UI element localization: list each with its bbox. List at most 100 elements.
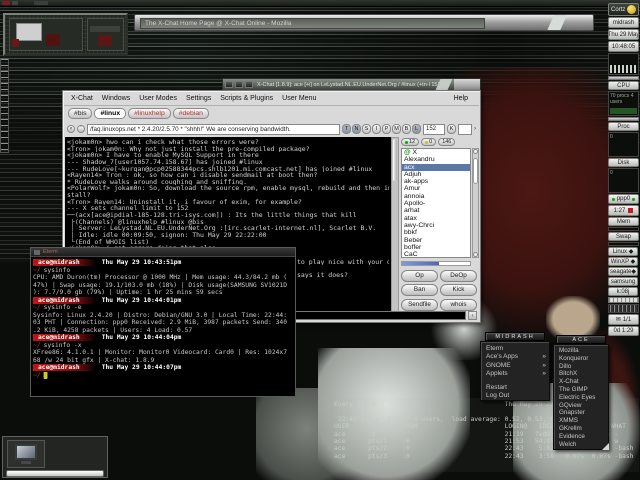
menu-item[interactable]: Log Out bbox=[481, 392, 549, 400]
mode-toggle-button[interactable]: P bbox=[382, 124, 391, 134]
pager-workspace-1[interactable] bbox=[9, 18, 83, 51]
scroll-up-icon[interactable] bbox=[473, 149, 478, 154]
userlist-scrollbar-thumb[interactable] bbox=[473, 158, 478, 184]
collapsed-titlebar[interactable] bbox=[6, 470, 104, 477]
root-menu-title[interactable]: MIDRASH bbox=[485, 332, 545, 341]
user-list[interactable]: @ X Alexandru acx Adjuh ak-apps Amur annoia Apo… bbox=[401, 148, 471, 258]
dock-boot-entry[interactable]: seagate◆ bbox=[608, 267, 638, 276]
topic-control-icon[interactable]: × bbox=[67, 125, 75, 133]
dock-load-graph[interactable] bbox=[608, 53, 639, 75]
window-close-icon[interactable] bbox=[245, 81, 253, 88]
user-list-item[interactable]: Beber bbox=[402, 237, 470, 244]
chevron-left-icon[interactable]: ‹ bbox=[468, 311, 477, 320]
dock-date[interactable]: Thu 29 May bbox=[608, 29, 639, 40]
user-list-item[interactable]: Amur bbox=[402, 185, 470, 192]
channel-tab[interactable]: #debian bbox=[172, 108, 209, 119]
chat-scrollbar[interactable] bbox=[391, 137, 399, 312]
eterm-titlebar[interactable]: Eterm bbox=[31, 248, 295, 257]
left-edge-slider[interactable] bbox=[0, 58, 9, 153]
user-action-button[interactable]: whois bbox=[440, 298, 477, 311]
mode-toggle-button[interactable]: M bbox=[392, 124, 401, 134]
submenu-item[interactable]: Gnapster bbox=[554, 409, 608, 417]
user-action-button[interactable]: Sendfile bbox=[401, 298, 438, 311]
dock-ppp-tile[interactable]: ppp0 bbox=[608, 194, 639, 204]
menu-item[interactable]: Ace's Apps » bbox=[481, 353, 549, 361]
dock-boot-entry[interactable]: k:08j bbox=[608, 287, 638, 296]
user-list-item[interactable]: Adjuh bbox=[402, 171, 470, 178]
user-list-item[interactable]: ak-apps bbox=[402, 178, 470, 185]
topic-input[interactable]: /faq.linuxops.net * 2.4.20/2.5.70 * "shh… bbox=[87, 123, 340, 135]
key-toggle-button[interactable]: K bbox=[447, 124, 456, 134]
submenu-item[interactable]: XMMS bbox=[554, 417, 608, 425]
submenu-item[interactable]: Electric Eyes bbox=[554, 394, 608, 402]
workspace-pager[interactable] bbox=[3, 13, 128, 56]
dock-cpu-graph[interactable]: 70 procs 4 users bbox=[608, 91, 639, 116]
user-list-item[interactable]: CaC bbox=[402, 251, 470, 257]
submenu-item[interactable]: Mozilla bbox=[554, 347, 608, 355]
submenu-item[interactable]: Evidence bbox=[554, 433, 608, 441]
submenu-item[interactable]: The GIMP bbox=[554, 386, 608, 394]
user-list-item[interactable]: Apollo- bbox=[402, 200, 470, 207]
dock-app-tile[interactable]: Cortz bbox=[608, 3, 639, 16]
userlist-scrollbar[interactable] bbox=[472, 148, 479, 258]
menubar-item[interactable]: Windows bbox=[102, 95, 130, 102]
user-list-item[interactable]: atax bbox=[402, 215, 470, 222]
dock-hostname[interactable]: midrash bbox=[608, 17, 639, 28]
user-list-item[interactable]: @ X bbox=[402, 149, 470, 156]
iconified-window-tile[interactable] bbox=[2, 436, 108, 478]
channel-tab[interactable]: #bis bbox=[68, 108, 93, 119]
dock-mem-label[interactable]: Mem bbox=[608, 217, 639, 226]
key-input[interactable] bbox=[458, 123, 472, 135]
menubar-item[interactable]: X-Chat bbox=[71, 95, 93, 102]
submenu-item[interactable]: Welch bbox=[554, 441, 608, 449]
window-shade-icon[interactable] bbox=[235, 81, 243, 88]
dock-swap-label[interactable]: Swap bbox=[608, 232, 639, 241]
dock-disk-label[interactable]: Disk bbox=[608, 158, 639, 167]
channel-tab[interactable]: #linuxhelp bbox=[128, 108, 171, 119]
mode-toggle-button[interactable]: T bbox=[342, 124, 351, 134]
menubar-item[interactable]: Settings bbox=[186, 95, 211, 102]
menubar-item[interactable]: Scripts & Plugins bbox=[220, 95, 273, 102]
menu-item[interactable]: Applets » bbox=[481, 370, 549, 378]
dock-time[interactable]: 10:48:05 bbox=[608, 41, 639, 52]
dock-disk-graph[interactable]: 0 bbox=[608, 168, 639, 193]
icon-box[interactable] bbox=[7, 440, 45, 468]
user-list-item[interactable]: Alexandru bbox=[402, 156, 470, 163]
mode-toggle-button[interactable]: I bbox=[372, 124, 381, 134]
chevron-right-icon[interactable]: › bbox=[474, 126, 476, 132]
submenu-item[interactable]: BitchX bbox=[554, 370, 608, 378]
ace-submenu-title[interactable]: ACE bbox=[556, 335, 606, 344]
user-list-item[interactable]: boffer bbox=[402, 244, 470, 251]
menubar-item-help[interactable]: Help bbox=[454, 95, 468, 102]
dock-boot-entry[interactable]: WinXP ◆ bbox=[608, 257, 638, 266]
dock-mail-tile[interactable]: ✉ 1/1 bbox=[608, 314, 639, 325]
dock-timer-tile[interactable]: 1:27 bbox=[608, 205, 639, 216]
scroll-down-icon[interactable] bbox=[473, 252, 478, 257]
submenu-item[interactable]: GKrellm bbox=[554, 425, 608, 433]
window-menu-icon[interactable] bbox=[225, 81, 233, 88]
submenu-item[interactable]: X-Chat bbox=[554, 378, 608, 386]
dock-boot-entry[interactable]: samsung bbox=[608, 277, 638, 286]
menu-item[interactable]: Restart bbox=[481, 384, 549, 392]
user-list-item[interactable]: awy-Chrci bbox=[402, 222, 470, 229]
menu-item[interactable]: GNOME » bbox=[481, 362, 549, 370]
submenu-item[interactable]: Konqueror bbox=[554, 355, 608, 363]
shaded-window-titlebar[interactable]: The X-Chat Home Page @ X-Chat Online - M… bbox=[134, 14, 594, 31]
dock-cpu-label[interactable]: CPU bbox=[608, 81, 639, 90]
channel-tab[interactable]: #linux bbox=[94, 108, 127, 119]
dock-proc-graph[interactable]: 0 bbox=[608, 132, 639, 157]
user-list-item[interactable]: bbkf bbox=[402, 229, 470, 236]
window-menu-icon[interactable] bbox=[34, 249, 40, 255]
menubar-item[interactable]: User Menu bbox=[282, 95, 316, 102]
stop-icon[interactable] bbox=[628, 208, 634, 213]
user-list-item[interactable]: arhat bbox=[402, 207, 470, 214]
dock-uptime[interactable]: 0d 1:29 bbox=[608, 326, 639, 336]
user-list-item[interactable]: annoia bbox=[402, 193, 470, 200]
user-action-button[interactable]: DeOp bbox=[440, 270, 477, 282]
user-action-button[interactable]: Op bbox=[401, 270, 438, 282]
eterm-body[interactable]: ace@midrash Thu May 29 10:43:51pm ~/sysinf… bbox=[31, 257, 295, 381]
topic-control-icon[interactable]: ˆ bbox=[77, 125, 85, 133]
submenu-item[interactable]: Dillo bbox=[554, 363, 608, 371]
mode-toggle-button[interactable]: L bbox=[412, 124, 421, 134]
dock-proc-label[interactable]: Proc bbox=[608, 122, 639, 131]
